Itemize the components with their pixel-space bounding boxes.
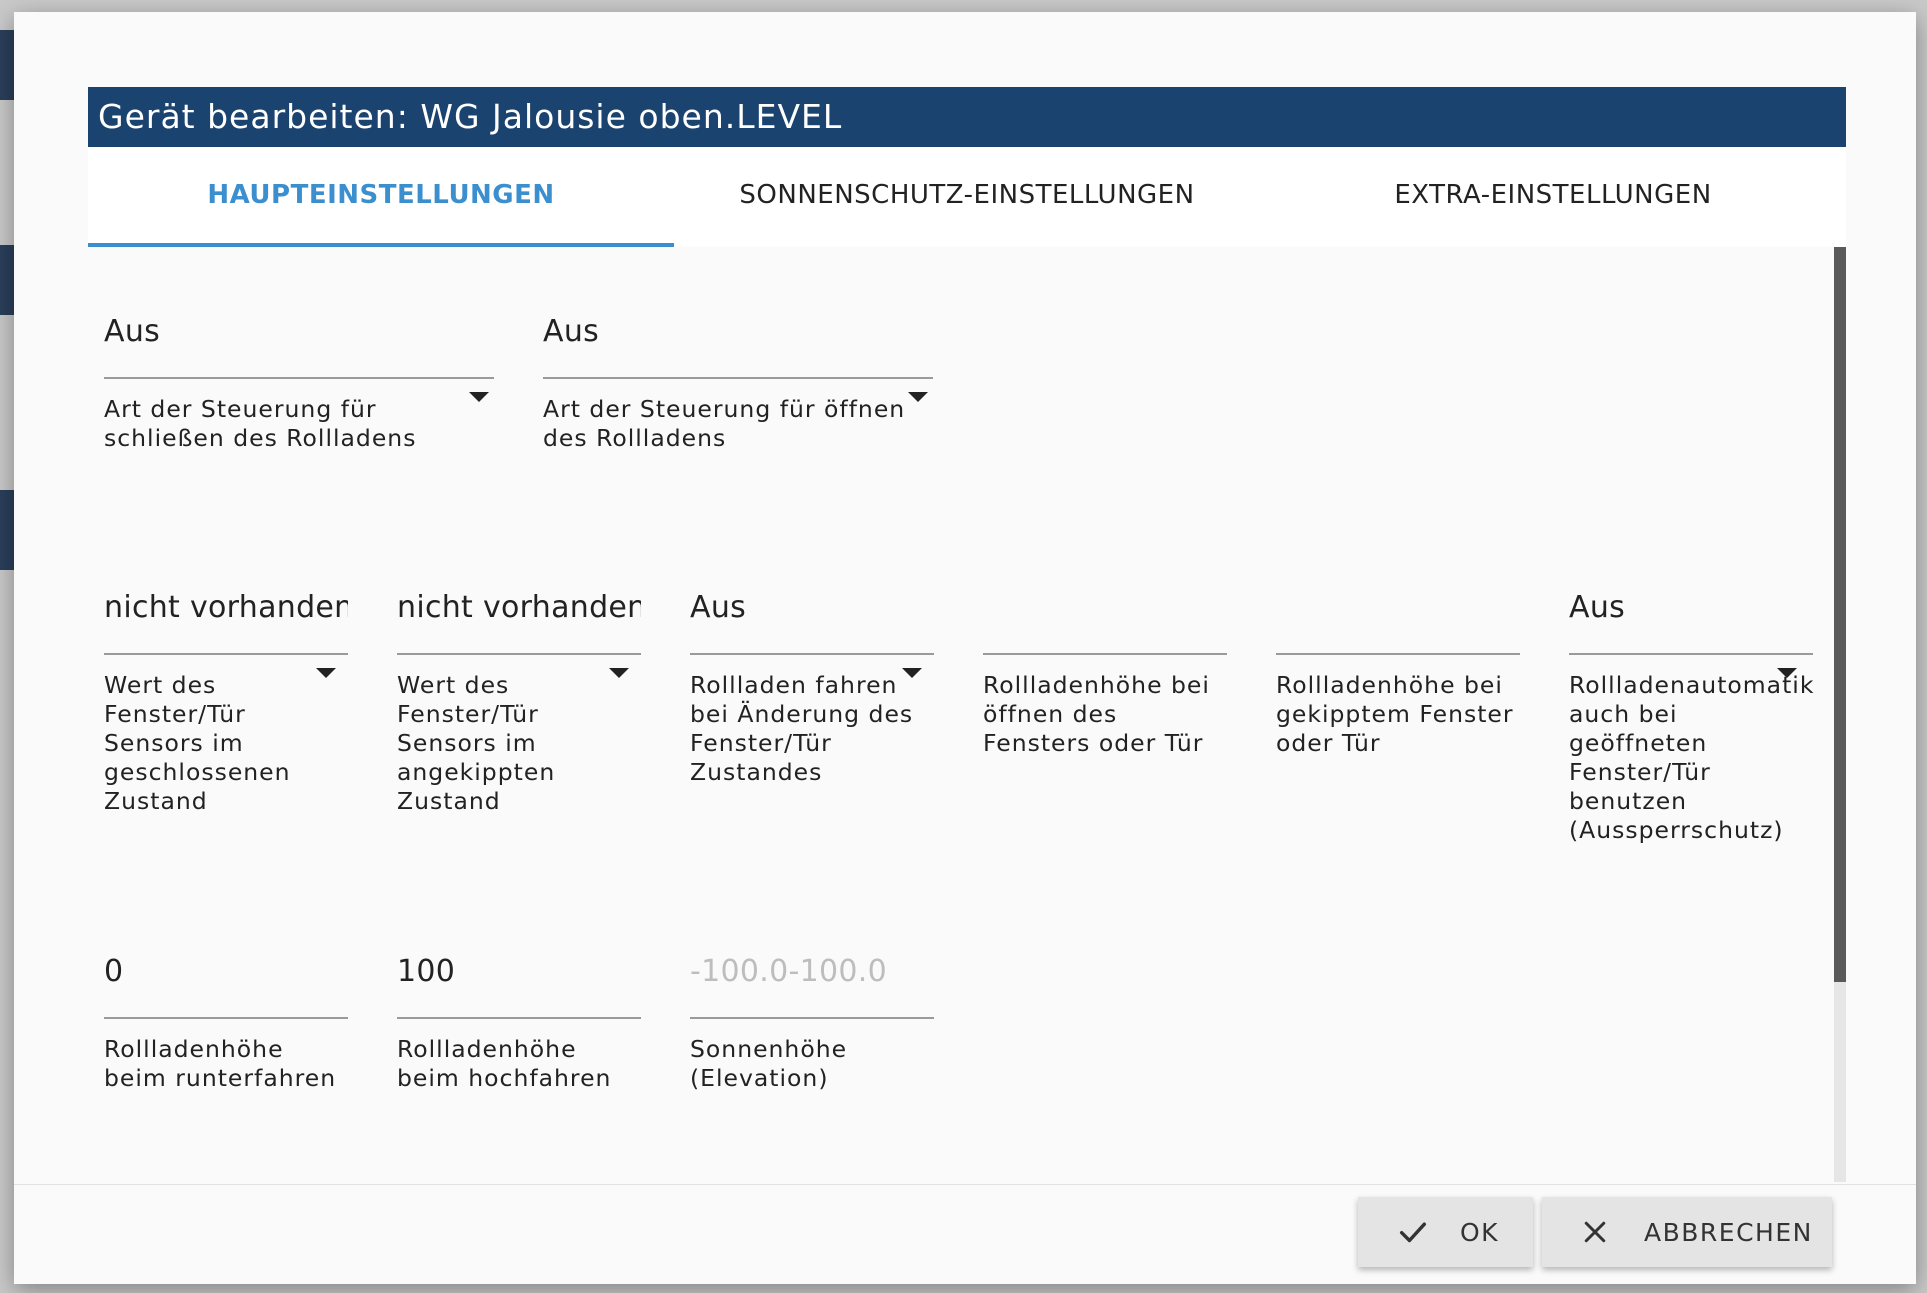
height-window-tilted-input[interactable]: Rollladenhöhe bei gekipptem Fenster oder… <box>1276 583 1520 758</box>
select-value: nicht vorhanden <box>397 590 641 625</box>
cancel-button[interactable]: ABBRECHEN <box>1542 1197 1832 1267</box>
tab-label: SONNENSCHUTZ-EINSTELLUNGEN <box>739 180 1195 210</box>
tab-bar: HAUPTEINSTELLUNGEN SONNENSCHUTZ-EINSTELL… <box>88 147 1846 247</box>
scrollbar[interactable] <box>1834 247 1846 1182</box>
field-label: Wert des Fenster/Tür Sensors im angekipp… <box>397 671 556 815</box>
background-app-edge <box>0 245 14 315</box>
field-underline <box>1276 653 1520 655</box>
ok-button-label: OK <box>1460 1217 1500 1247</box>
field-underline <box>983 653 1227 655</box>
dialog-title: Gerät bearbeiten: WG Jalousie oben.LEVEL <box>88 87 1846 147</box>
tab-sun-protection-settings[interactable]: SONNENSCHUTZ-EINSTELLUNGEN <box>674 147 1260 247</box>
chevron-down-icon <box>1777 668 1797 678</box>
input-value: 100 <box>397 954 456 989</box>
lockout-protection-select[interactable]: Aus Rollladenautomatik auch bei geöffnet… <box>1569 583 1813 845</box>
ok-button[interactable]: OK <box>1358 1197 1533 1267</box>
background-app-edge <box>0 490 14 570</box>
select-value: Aus <box>543 314 600 349</box>
field-label: Rollladenautomatik auch bei geöffneten F… <box>1569 671 1815 844</box>
tab-label: HAUPTEINSTELLUNGEN <box>207 180 555 210</box>
field-underline <box>397 653 641 655</box>
height-window-open-input[interactable]: Rollladenhöhe bei öffnen des Fensters od… <box>983 583 1227 758</box>
height-down-input[interactable]: 0 Rollladenhöhe beim runterfahren <box>104 947 348 1093</box>
sensor-closed-value-select[interactable]: nicht vorhanden Wert des Fenster/Tür Sen… <box>104 583 348 816</box>
chevron-down-icon <box>908 392 928 402</box>
close-icon <box>1584 1221 1606 1243</box>
field-label: Sonnenhöhe (Elevation) <box>690 1035 848 1092</box>
check-icon <box>1399 1222 1427 1243</box>
sun-elevation-input[interactable]: -100.0-100.0 Sonnenhöhe (Elevation) <box>690 947 934 1093</box>
field-label: Rollladenhöhe beim runterfahren <box>104 1035 337 1092</box>
height-up-input[interactable]: 100 Rollladenhöhe beim hochfahren <box>397 947 641 1093</box>
chevron-down-icon <box>316 668 336 678</box>
tab-label: EXTRA-EINSTELLUNGEN <box>1394 180 1712 210</box>
field-underline <box>690 1017 934 1019</box>
field-underline <box>543 377 933 379</box>
input-value <box>983 583 1227 633</box>
edit-device-dialog: Gerät bearbeiten: WG Jalousie oben.LEVEL… <box>14 12 1916 1284</box>
field-label: Rollladen fahren bei Änderung des Fenste… <box>690 671 914 786</box>
field-underline <box>104 653 348 655</box>
chevron-down-icon <box>902 668 922 678</box>
field-label: Rollladenhöhe bei gekipptem Fenster oder… <box>1276 671 1514 757</box>
select-value: Aus <box>104 314 161 349</box>
field-label: Art der Steuerung für öffnen des Rolllad… <box>543 395 906 452</box>
input-value: 0 <box>104 954 124 989</box>
tab-main-settings[interactable]: HAUPTEINSTELLUNGEN <box>88 147 674 247</box>
move-on-window-change-select[interactable]: Aus Rollladen fahren bei Änderung des Fe… <box>690 583 934 787</box>
field-underline <box>690 653 934 655</box>
select-value: nicht vorhanden <box>104 590 348 625</box>
field-label: Art der Steuerung für schließen des Roll… <box>104 395 417 452</box>
field-underline <box>397 1017 641 1019</box>
open-control-type-select[interactable]: Aus Art der Steuerung für öffnen des Rol… <box>543 307 933 453</box>
select-value: Aus <box>690 590 747 625</box>
chevron-down-icon <box>609 668 629 678</box>
cancel-button-label: ABBRECHEN <box>1644 1217 1813 1247</box>
close-control-type-select[interactable]: Aus Art der Steuerung für schließen des … <box>104 307 494 453</box>
field-label: Rollladenhöhe beim hochfahren <box>397 1035 612 1092</box>
field-underline <box>104 1017 348 1019</box>
field-label: Wert des Fenster/Tür Sensors im geschlos… <box>104 671 291 815</box>
background-app-edge <box>0 30 14 100</box>
field-underline <box>1569 653 1813 655</box>
field-underline <box>104 377 494 379</box>
tab-extra-settings[interactable]: EXTRA-EINSTELLUNGEN <box>1260 147 1846 247</box>
select-value: Aus <box>1569 590 1626 625</box>
scrollbar-thumb[interactable] <box>1834 247 1846 982</box>
sensor-tilted-value-select[interactable]: nicht vorhanden Wert des Fenster/Tür Sen… <box>397 583 641 816</box>
input-placeholder: -100.0-100.0 <box>690 954 888 989</box>
footer-divider <box>14 1184 1916 1185</box>
chevron-down-icon <box>469 392 489 402</box>
field-label: Rollladenhöhe bei öffnen des Fensters od… <box>983 671 1210 757</box>
settings-form: Aus Art der Steuerung für schließen des … <box>88 247 1846 1182</box>
input-value <box>1276 583 1520 633</box>
